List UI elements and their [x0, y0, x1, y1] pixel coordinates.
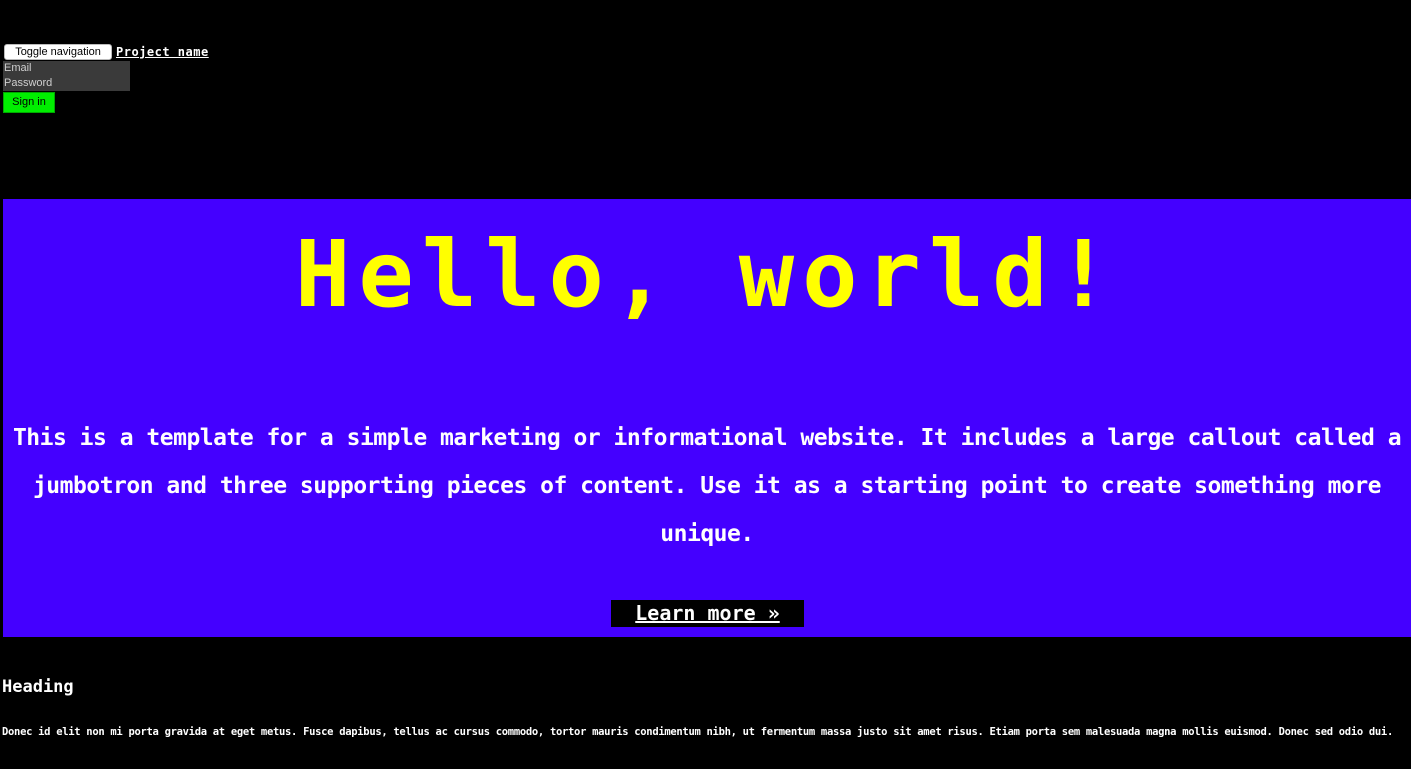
- column-heading: Heading: [2, 677, 74, 697]
- column-text: Donec id elit non mi porta gravida at eg…: [2, 726, 1393, 738]
- signin-form: Sign in: [3, 61, 130, 113]
- email-field[interactable]: [3, 61, 130, 76]
- learn-more-button[interactable]: Learn more »: [611, 600, 804, 627]
- navbar: Toggle navigation Project name Sign in: [0, 0, 1411, 130]
- toggle-navigation-button[interactable]: Toggle navigation: [4, 44, 112, 60]
- jumbotron-text: This is a template for a simple marketin…: [12, 425, 1402, 547]
- sign-in-button[interactable]: Sign in: [3, 92, 55, 113]
- password-field[interactable]: [3, 76, 130, 91]
- jumbotron: Hello, world! This is a template for a s…: [3, 199, 1411, 637]
- jumbotron-title: Hello, world!: [294, 221, 1120, 328]
- brand-link[interactable]: Project name: [116, 44, 209, 60]
- content-column: Heading Donec id elit non mi porta gravi…: [2, 672, 1409, 744]
